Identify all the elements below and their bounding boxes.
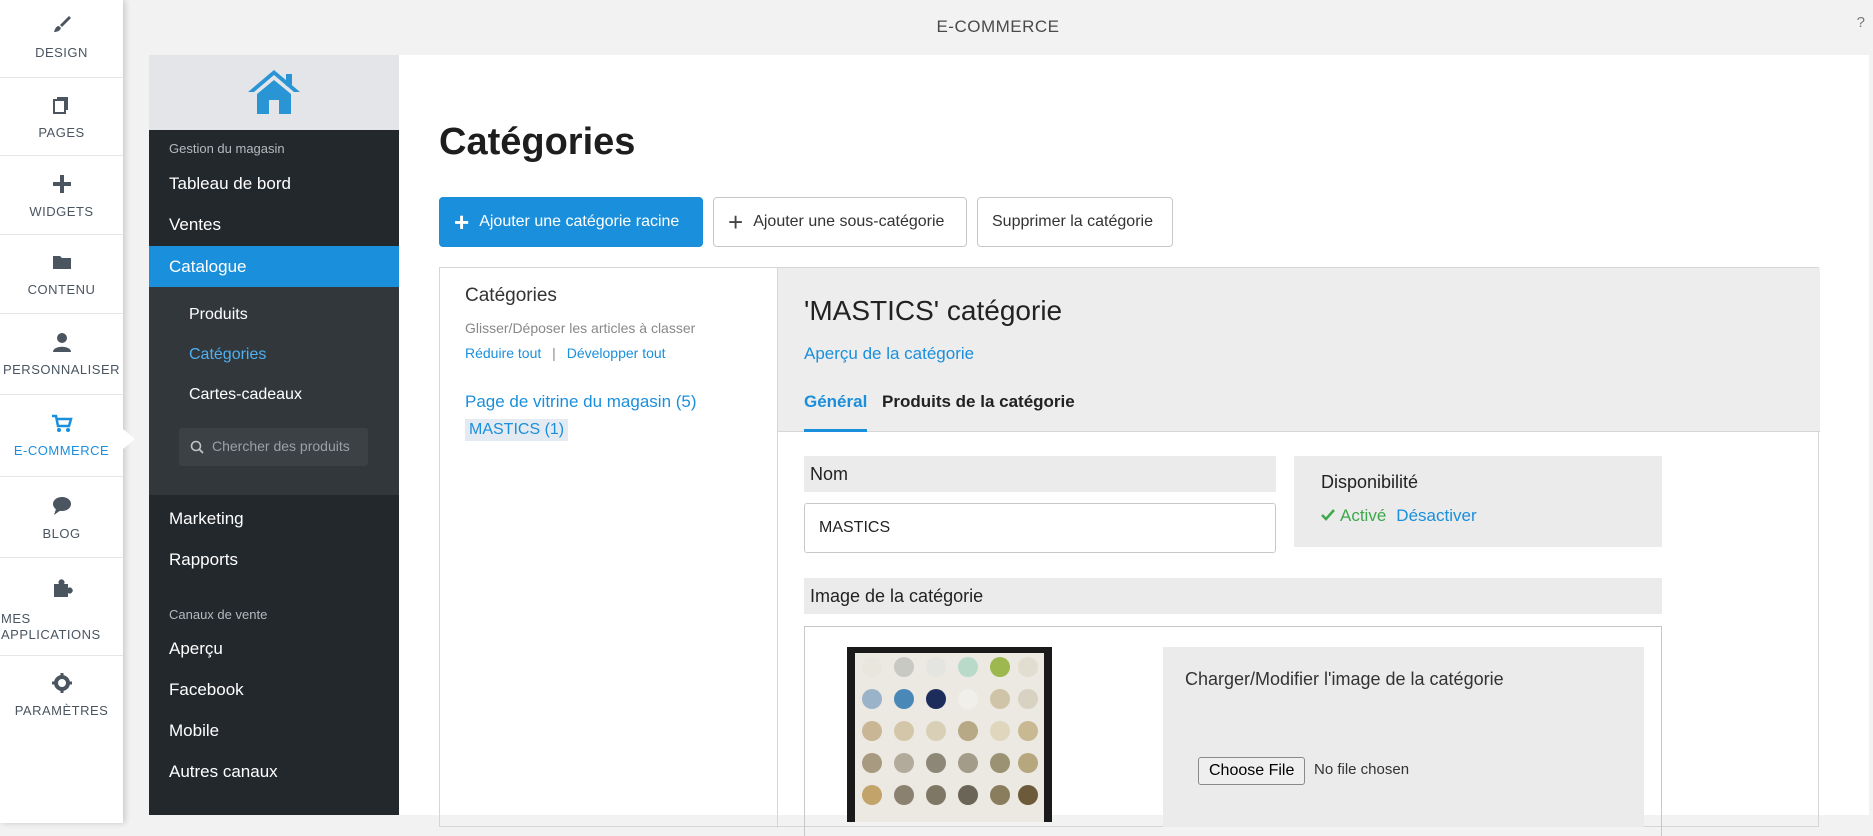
sidebar-item-facebook[interactable]: Facebook [149,669,399,710]
availability-box: Disponibilité Activé Désactiver [1294,456,1662,547]
rail-pages[interactable]: PAGES [0,78,123,156]
image-label: Image de la catégorie [804,578,1662,614]
category-name-input[interactable]: MASTICS [804,503,1276,553]
tab-general[interactable]: Général [804,392,868,432]
upload-heading: Charger/Modifier l'image de la catégorie [1185,669,1504,689]
sidebar-item-catalogue[interactable]: Catalogue [149,246,399,287]
section-store-management: Gestion du magasin [169,141,285,156]
main-content: Catégories + Ajouter une catégorie racin… [399,55,1869,836]
rail-parametres[interactable]: PARAMÈTRES [0,656,123,738]
rail-blog[interactable]: BLOG [0,477,123,558]
rail-applications-label-1: MES [1,611,31,626]
pages-icon [52,97,68,114]
tree-node-storefront[interactable]: Page de vitrine du magasin (5) [465,392,697,412]
category-image-frame: Charger/Modifier l'image de la catégorie… [804,626,1662,836]
section-sales-channels: Canaux de vente [169,607,268,622]
top-bar: E-COMMERCE ? [123,0,1873,55]
sidebar-subitem-produits[interactable]: Produits [189,306,248,324]
sidebar-subitem-categories[interactable]: Catégories [189,346,266,364]
user-icon [52,333,71,352]
rail-applications-label-2: APPLICATIONS [1,627,101,642]
tree-links-separator: | [552,345,556,361]
app-title: E-COMMERCE [936,17,1060,36]
rail-personnaliser[interactable]: PERSONNALISER [0,314,123,395]
brush-icon [53,16,71,32]
rail-applications[interactable]: MES APPLICATIONS [0,558,123,656]
categories-card: Catégories Glisser/Déposer les articles … [439,267,1820,836]
page-title: Catégories [439,121,636,163]
rail-widgets[interactable]: WIDGETS [0,156,123,235]
image-upload-box: Charger/Modifier l'image de la catégorie… [1163,647,1644,827]
status-active-text: Activé [1340,506,1387,525]
sidebar-item-rapports[interactable]: Rapports [149,539,399,580]
search-placeholder: Chercher des produits [212,438,350,454]
add-subcategory-label: Ajouter une sous-catégorie [753,213,945,230]
catalogue-submenu: Produits Catégories Cartes-cadeaux Cherc… [149,287,399,495]
tab-category-products[interactable]: Produits de la catégorie [882,392,1075,412]
choose-file-button[interactable]: Choose File [1198,757,1306,785]
availability-label: Disponibilité [1321,472,1419,492]
add-root-category-label: Ajouter une catégorie racine [479,213,680,230]
search-icon [190,440,204,454]
sidebar-item-dashboard[interactable]: Tableau de bord [149,163,399,204]
collapse-all-link[interactable]: Réduire tout [465,345,541,361]
deactivate-link[interactable]: Désactiver [1396,506,1476,525]
sidebar-item-ventes[interactable]: Ventes [149,204,399,245]
cart-icon [51,414,73,432]
tree-hint: Glisser/Déposer les articles à classer [465,320,696,336]
tree-node-mastics[interactable]: MASTICS (1) [465,419,569,441]
sidebar-item-mobile[interactable]: Mobile [149,710,399,751]
rail-design[interactable]: DESIGN [0,0,123,78]
sidebar-item-autres-canaux[interactable]: Autres canaux [149,751,399,792]
category-detail-header: 'MASTICS' catégorie Aperçu de la catégor… [778,268,1820,432]
plus-icon: + [728,207,744,237]
no-file-text: No file chosen [1314,761,1410,778]
tree-links: Réduire tout | Développer tout [465,345,666,361]
home-icon [248,70,300,114]
caulk-swatch-image [847,647,1052,822]
sidebar-item-apercu[interactable]: Aperçu [149,628,399,669]
category-thumbnail [847,647,1052,822]
name-label: Nom [804,456,1276,492]
home-logo[interactable] [149,55,399,130]
rail-ecommerce[interactable]: E-COMMERCE [0,395,135,477]
app-rail: DESIGN PAGES WIDGETS CONTENU PERSONNALIS… [0,0,135,823]
help-icon[interactable]: ? [1857,14,1865,31]
tree-heading: Catégories [465,285,557,306]
gear-icon [51,673,72,693]
active-caret [123,429,135,449]
category-preview-link[interactable]: Aperçu de la catégorie [804,344,974,364]
sidebar-subitem-cartes-cadeaux[interactable]: Cartes-cadeaux [189,386,302,404]
availability-status: Activé Désactiver [1321,506,1477,526]
folder-icon [52,256,71,269]
plus-icon: + [454,207,470,237]
store-sidebar: Gestion du magasin Tableau de bord Vente… [149,55,399,815]
category-detail-panel: 'MASTICS' catégorie Aperçu de la catégor… [778,268,1820,836]
product-search-input[interactable]: Chercher des produits [179,428,368,466]
plus-icon [52,175,71,193]
add-root-category-button[interactable]: + Ajouter une catégorie racine [439,197,703,247]
delete-category-button[interactable]: Supprimer la catégorie [977,197,1173,247]
sidebar-item-marketing[interactable]: Marketing [149,498,399,539]
category-tree-panel: Catégories Glisser/Déposer les articles … [440,268,778,828]
puzzle-icon [53,579,73,597]
chat-icon [52,497,71,515]
add-subcategory-button[interactable]: + Ajouter une sous-catégorie [713,197,967,247]
check-icon [1321,509,1335,521]
expand-all-link[interactable]: Développer tout [567,345,666,361]
rail-contenu[interactable]: CONTENU [0,235,123,314]
category-title: 'MASTICS' catégorie [804,295,1063,326]
